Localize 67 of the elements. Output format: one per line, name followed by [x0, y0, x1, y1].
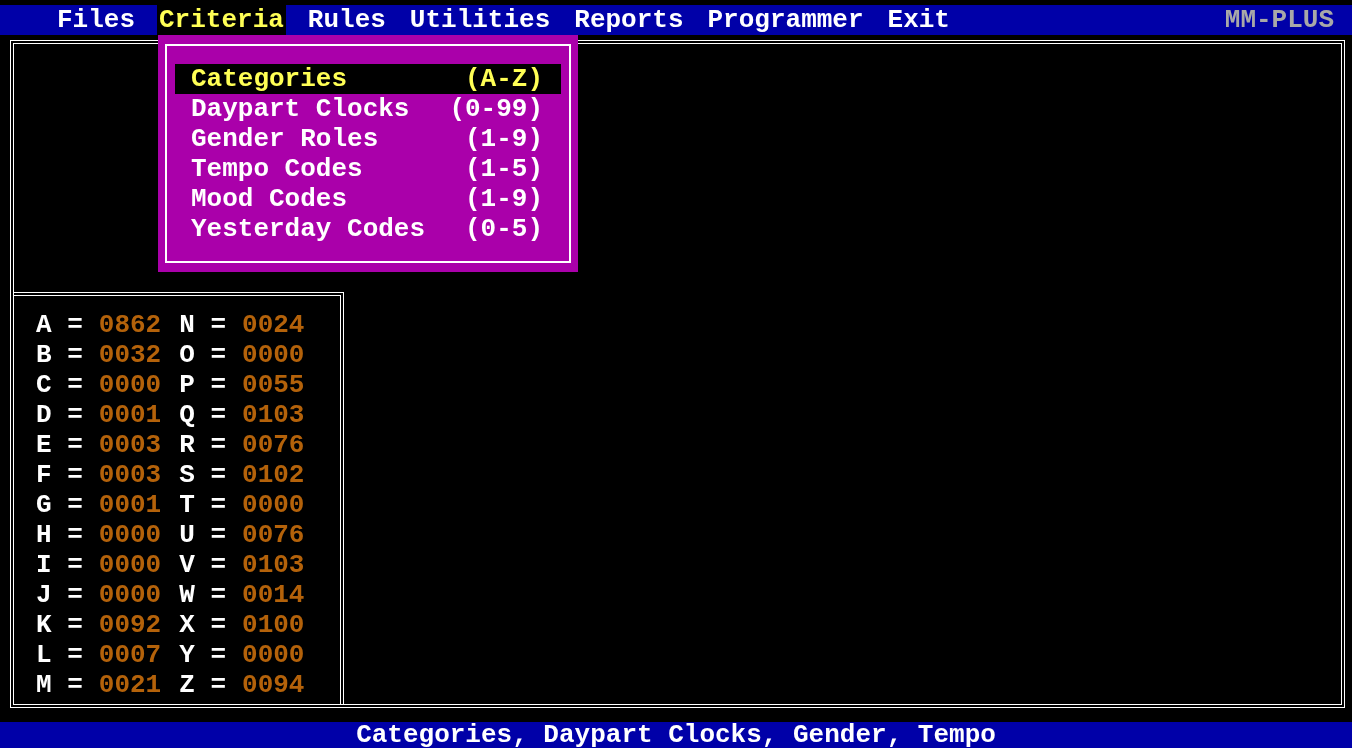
category-count: 0103: [242, 400, 305, 430]
dropdown-menu-item[interactable]: Mood Codes (1-9): [175, 184, 561, 214]
menu-item[interactable]: Reports: [572, 5, 686, 35]
category-label: M =: [36, 670, 83, 700]
category-count: 0100: [242, 610, 305, 640]
menu-item[interactable]: Programmer: [705, 5, 866, 35]
menu-item[interactable]: Files: [55, 5, 137, 35]
category-label: N =: [179, 310, 227, 340]
menu-item[interactable]: Exit: [885, 5, 952, 35]
category-count: 0001: [98, 400, 162, 430]
app-name: MM-PLUS: [1224, 5, 1334, 35]
category-count: 0103: [242, 550, 305, 580]
category-label: D =: [36, 400, 83, 430]
category-label: X =: [179, 610, 227, 640]
menu-item[interactable]: Rules: [305, 5, 388, 35]
category-label: B =: [36, 340, 83, 370]
category-label: K =: [36, 610, 83, 640]
category-label: L =: [36, 640, 83, 670]
category-label: U =: [179, 520, 227, 550]
category-label: Y =: [179, 640, 227, 670]
category-label: J =: [36, 580, 83, 610]
category-count: 0000: [98, 370, 162, 400]
dropdown-menu-item[interactable]: Categories (A-Z): [175, 64, 561, 94]
dropdown-menu-item[interactable]: Daypart Clocks (0-99): [175, 94, 561, 124]
category-count: 0094: [242, 670, 305, 700]
dropdown-menu-item[interactable]: Tempo Codes (1-5): [175, 154, 561, 184]
category-count: 0024: [242, 310, 305, 340]
category-count: 0092: [98, 610, 162, 640]
category-count: 0021: [98, 670, 162, 700]
category-count: 0055: [242, 370, 305, 400]
category-label: V =: [179, 550, 227, 580]
category-label: G =: [36, 490, 83, 520]
category-count: 0000: [98, 580, 162, 610]
category-count: 0000: [242, 340, 305, 370]
category-count: 0003: [98, 430, 162, 460]
category-count: 0862: [98, 310, 162, 340]
category-count: 0032: [98, 340, 162, 370]
category-label: I =: [36, 550, 83, 580]
category-label: R =: [179, 430, 227, 460]
category-count: 0102: [242, 460, 305, 490]
dropdown-menu-item[interactable]: Gender Roles (1-9): [175, 124, 561, 154]
category-label: H =: [36, 520, 83, 550]
category-label: W =: [179, 580, 227, 610]
menu-item[interactable]: Utilities: [407, 5, 553, 35]
category-count: 0076: [242, 520, 305, 550]
category-count: 0007: [98, 640, 162, 670]
category-count: 0076: [242, 430, 305, 460]
dropdown-menu-item[interactable]: Yesterday Codes (0-5): [175, 214, 561, 244]
category-count: 0000: [98, 520, 162, 550]
category-count: 0001: [98, 490, 162, 520]
category-count: 0014: [242, 580, 305, 610]
status-text: Categories, Daypart Clocks, Gender, Tempo: [356, 722, 996, 748]
category-label: F =: [36, 460, 83, 490]
category-label: A =: [36, 310, 83, 340]
category-label: Q =: [179, 400, 227, 430]
category-label: E =: [36, 430, 83, 460]
category-count: 0003: [98, 460, 162, 490]
category-label: P =: [179, 370, 227, 400]
category-label: T =: [179, 490, 227, 520]
menu-item[interactable]: Criteria: [157, 5, 286, 35]
category-label: Z =: [179, 670, 227, 700]
category-label: S =: [179, 460, 227, 490]
category-count: 0000: [242, 640, 305, 670]
category-label: C =: [36, 370, 83, 400]
category-count: 0000: [242, 490, 305, 520]
category-label: O =: [179, 340, 227, 370]
category-count: 0000: [98, 550, 162, 580]
